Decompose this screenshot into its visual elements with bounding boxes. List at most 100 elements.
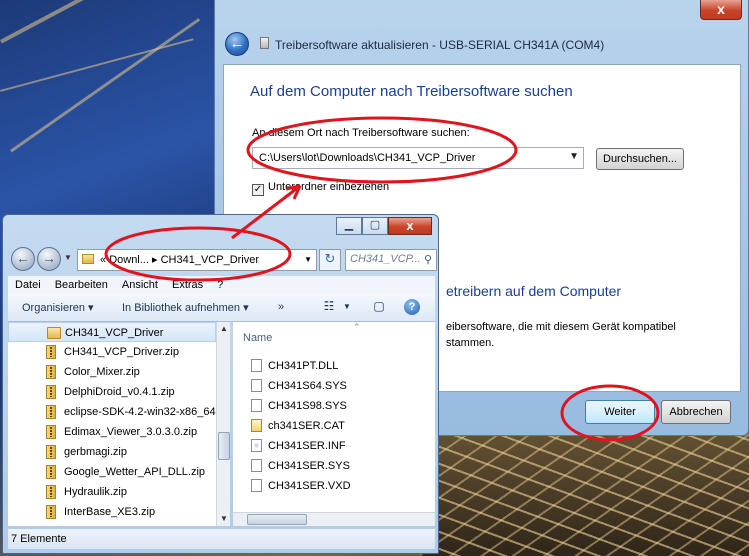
maximize-button[interactable]: ▢ [362, 217, 388, 235]
file-name: CH341S98.SYS [268, 400, 347, 412]
preview-pane-icon[interactable]: ▢ [370, 299, 388, 315]
include-subfolders-checkbox[interactable]: ✓ Unterordner einbeziehen [252, 181, 389, 196]
wallpaper-stripe [0, 38, 194, 92]
dropdown-arrow-icon[interactable]: ▼ [569, 151, 579, 162]
command-toolbar: Organisieren ▾ In Bibliothek aufnehmen ▾… [8, 294, 435, 322]
refresh-icon[interactable]: ↻ [319, 249, 341, 271]
wallpaper-stripe [10, 18, 201, 153]
view-dropdown-icon[interactable]: ▼ [338, 302, 356, 318]
zip-folder-icon [46, 465, 56, 479]
nav-item-label: CH341_VCP_Driver [65, 327, 164, 339]
help-icon[interactable]: ? [404, 299, 420, 315]
file-list-pane: ⌃ Name CH341PT.DLL CH341S64.SYS CH341S98… [233, 322, 435, 512]
search-location-label: An diesem Ort nach Treibersoftware suche… [252, 127, 470, 139]
wizard-close-button[interactable]: x [700, 0, 742, 20]
device-icon [260, 37, 269, 49]
zip-folder-icon [46, 485, 56, 499]
scroll-down-icon[interactable]: ▼ [217, 512, 231, 526]
sys-file-icon [251, 379, 262, 392]
search-placeholder: CH341_VCP... [350, 253, 421, 265]
sort-indicator-icon: ⌃ [353, 322, 361, 332]
menu-bar: Datei Bearbeiten Ansicht Extras ? [8, 276, 435, 294]
breadcrumb-separator[interactable]: ▸ [152, 254, 158, 266]
file-name: CH341SER.INF [268, 440, 346, 452]
driver-path-combobox[interactable]: C:\Users\lot\Downloads\CH341_VCP_Driver … [252, 147, 584, 169]
file-name: CH341PT.DLL [268, 360, 339, 372]
back-arrow-icon[interactable]: ← [225, 32, 249, 56]
nav-item-label: Color_Mixer.zip [64, 366, 140, 378]
navigation-row: ← → ▼ « Downl... ▸ CH341_VCP_Driver ▼ ↻ … [9, 245, 437, 273]
zip-folder-icon [46, 365, 56, 379]
cancel-button[interactable]: Abbrechen [661, 400, 731, 424]
nav-item-zip[interactable]: eclipse-SDK-4.2-win32-x86_64. [8, 402, 216, 422]
item-count: 7 Elemente [11, 533, 67, 545]
column-header-name[interactable]: Name [243, 332, 272, 344]
navigation-pane: CH341_VCP_Driver CH341_VCP_Driver.zip Co… [8, 322, 216, 526]
nav-item-label: eclipse-SDK-4.2-win32-x86_64. [64, 406, 216, 418]
nav-item-zip[interactable]: Color_Mixer.zip [8, 362, 216, 382]
search-icon[interactable]: ⚲ [424, 253, 432, 266]
include-in-library-button[interactable]: In Bibliothek aufnehmen ▾ [122, 301, 249, 314]
horizontal-scrollbar[interactable] [233, 512, 435, 526]
sys-file-icon [251, 459, 262, 472]
search-input[interactable]: CH341_VCP... ⚲ [345, 249, 437, 271]
window-controls: ▁ ▢ x [336, 217, 432, 235]
security-catalog-icon [251, 419, 262, 432]
pick-from-list-heading[interactable]: etreibern auf dem Computer [446, 283, 621, 299]
status-bar: 7 Elemente [8, 529, 435, 549]
explorer-window: ▁ ▢ x ← → ▼ « Downl... ▸ CH341_VCP_Drive… [2, 214, 439, 554]
sys-file-icon [251, 399, 262, 412]
folder-icon [47, 327, 61, 339]
vxd-file-icon [251, 479, 262, 492]
checkbox-check-icon[interactable]: ✓ [252, 184, 264, 196]
nav-item-zip[interactable]: Edimax_Viewer_3.0.3.0.zip [8, 422, 216, 442]
breadcrumb-downloads[interactable]: Downl... [109, 254, 149, 266]
include-subfolders-label: Unterordner einbeziehen [268, 181, 390, 193]
more-commands-button[interactable]: » [278, 301, 284, 313]
recent-pages-dropdown-icon[interactable]: ▼ [64, 253, 72, 262]
menu-item-datei[interactable]: Datei [8, 276, 48, 294]
view-options-icon[interactable]: ☷ [320, 299, 338, 315]
scrollbar-thumb[interactable] [247, 514, 307, 525]
address-dropdown-icon[interactable]: ▼ [304, 255, 312, 264]
nav-item-ch341-vcp-driver[interactable]: CH341_VCP_Driver [8, 322, 216, 342]
menu-item-bearbeiten[interactable]: Bearbeiten [48, 276, 115, 294]
nav-item-zip[interactable]: DelphiDroid_v0.4.1.zip [8, 382, 216, 402]
organize-button[interactable]: Organisieren ▾ [22, 301, 94, 314]
scroll-up-icon[interactable]: ▲ [217, 322, 231, 336]
breadcrumb-current-folder[interactable]: CH341_VCP_Driver [161, 254, 259, 266]
browse-button[interactable]: Durchsuchen... [596, 148, 684, 170]
next-button[interactable]: Weiter [585, 400, 655, 424]
nav-item-label: Google_Wetter_API_DLL.zip [64, 466, 206, 478]
driver-path-value: C:\Users\lot\Downloads\CH341_VCP_Driver [259, 152, 476, 164]
scrollbar-thumb[interactable] [218, 432, 230, 460]
nav-item-label: Edimax_Viewer_3.0.3.0.zip [64, 426, 198, 438]
zip-folder-icon [46, 345, 56, 359]
menu-item-extras[interactable]: Extras [165, 276, 210, 294]
forward-arrow-icon[interactable]: → [37, 247, 61, 271]
nav-item-zip[interactable]: gerbmagi.zip [8, 442, 216, 462]
nav-item-label: InterBase_XE3.zip [64, 506, 156, 518]
nav-item-zip[interactable]: Google_Wetter_API_DLL.zip [8, 462, 216, 482]
back-arrow-icon[interactable]: ← [11, 247, 35, 271]
navigation-scrollbar[interactable]: ▲ ▼ [216, 322, 230, 526]
menu-item-ansicht[interactable]: Ansicht [115, 276, 165, 294]
address-bar[interactable]: « Downl... ▸ CH341_VCP_Driver ▼ [77, 249, 317, 271]
zip-folder-icon [46, 445, 56, 459]
setup-info-icon [251, 439, 262, 452]
wizard-heading: Auf dem Computer nach Treibersoftware su… [250, 83, 573, 100]
menu-item-help[interactable]: ? [210, 276, 230, 294]
nav-item-label: Hydraulik.zip [64, 486, 127, 498]
nav-item-zip[interactable]: InterBase_XE3.zip [8, 502, 216, 522]
folder-icon [82, 254, 94, 264]
close-button[interactable]: x [388, 217, 432, 235]
file-name: CH341S64.SYS [268, 380, 347, 392]
nav-item-zip[interactable]: CH341_VCP_Driver.zip [8, 342, 216, 362]
file-name: CH341SER.VXD [268, 480, 351, 492]
nav-item-zip[interactable]: Hydraulik.zip [8, 482, 216, 502]
zip-folder-icon [46, 405, 56, 419]
nav-item-label: DelphiDroid_v0.4.1.zip [64, 386, 175, 398]
nav-item-label: gerbmagi.zip [64, 446, 127, 458]
wallpaper-canopy [420, 420, 749, 556]
minimize-button[interactable]: ▁ [336, 217, 362, 235]
